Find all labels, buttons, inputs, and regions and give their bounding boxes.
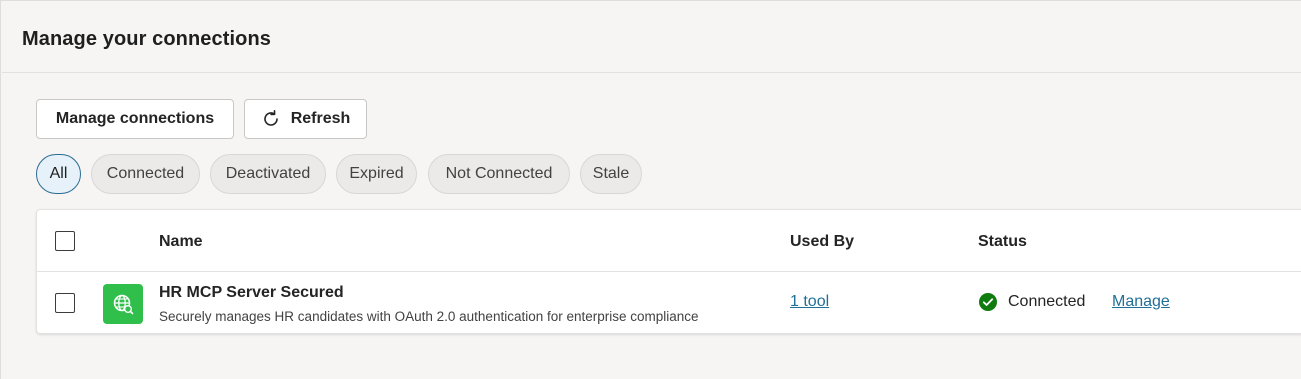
status-label: Connected <box>1008 293 1086 310</box>
refresh-label: Refresh <box>290 110 351 127</box>
connection-icon <box>103 284 143 324</box>
select-all-checkbox[interactable] <box>55 231 75 251</box>
refresh-button[interactable]: Refresh <box>244 99 367 139</box>
column-header-name[interactable]: Name <box>159 233 203 251</box>
connections-panel: Manage your connections Manage connectio… <box>0 0 1301 379</box>
filter-expired[interactable]: Expired <box>336 154 417 194</box>
column-header-status[interactable]: Status <box>978 233 1027 251</box>
used-by-link[interactable]: 1 tool <box>790 293 829 311</box>
filter-deactivated[interactable]: Deactivated <box>210 154 326 194</box>
filter-not-connected[interactable]: Not Connected <box>428 154 570 194</box>
table-row[interactable]: HR MCP Server Secured Securely manages H… <box>37 272 1301 334</box>
page-title: Manage your connections <box>22 28 272 50</box>
manage-link[interactable]: Manage <box>1112 293 1170 311</box>
connection-name[interactable]: HR MCP Server Secured <box>159 284 344 302</box>
filter-connected[interactable]: Connected <box>91 154 200 194</box>
connections-table: Name Used By Status HR MCP Server Secure… <box>36 209 1301 334</box>
filter-all[interactable]: All <box>36 154 81 194</box>
check-circle-icon <box>978 292 998 312</box>
filter-stale[interactable]: Stale <box>580 154 642 194</box>
manage-connections-button[interactable]: Manage connections <box>36 99 234 139</box>
row-checkbox[interactable] <box>55 293 75 313</box>
column-header-used-by[interactable]: Used By <box>790 233 854 251</box>
connection-description: Securely manages HR candidates with OAut… <box>159 309 699 324</box>
page-header: Manage your connections <box>2 2 1301 73</box>
table-header: Name Used By Status <box>37 210 1301 272</box>
globe-icon <box>113 294 134 315</box>
refresh-icon <box>261 109 281 129</box>
